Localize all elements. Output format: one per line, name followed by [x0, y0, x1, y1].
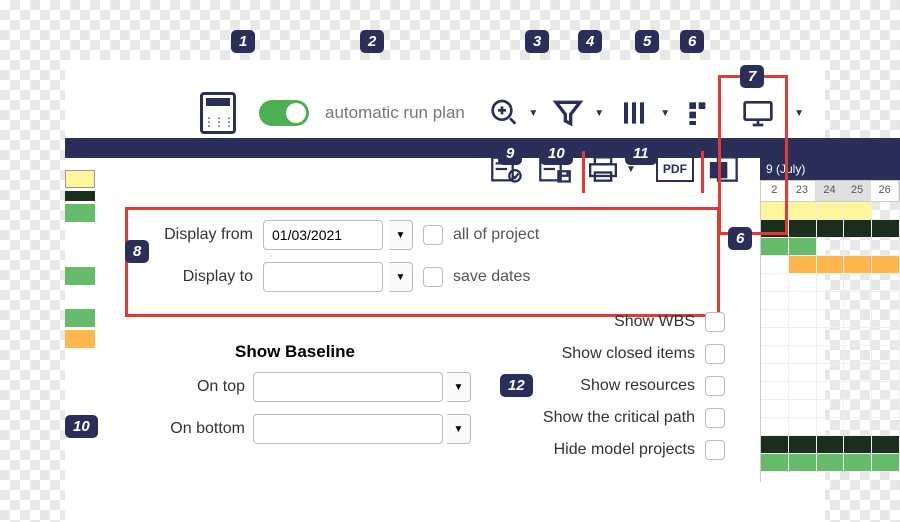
columns-icon[interactable] [618, 97, 650, 129]
show-closed-checkbox[interactable] [705, 344, 725, 364]
main-toolbar: automatic run plan ▼ ▼ ▼ ▼ [200, 88, 810, 138]
add-icon[interactable] [486, 97, 518, 129]
month-header: 9 (July) [760, 158, 900, 180]
dropdown-arrow-icon[interactable]: ▼ [660, 108, 670, 119]
show-critical-label: Show the critical path [543, 409, 695, 427]
on-bottom-select[interactable] [253, 414, 443, 444]
display-settings-panel: Display from 01/03/2021 ▼ all of project… [105, 192, 740, 512]
badge-2: 2 [360, 30, 384, 53]
dropdown-arrow-icon[interactable]: ▼ [528, 108, 538, 119]
save-dates-label: save dates [453, 268, 530, 286]
badge-8: 8 [125, 240, 149, 263]
date-to-input[interactable] [263, 262, 383, 292]
display-from-label: Display from [143, 226, 253, 244]
powerpoint-icon[interactable]: P [708, 155, 742, 183]
display-to-label: Display to [143, 268, 253, 286]
on-top-dropdown[interactable]: ▼ [447, 372, 471, 402]
gantt-chart [760, 202, 900, 482]
export-toolbar: ▼ PDF P [490, 155, 742, 183]
all-project-checkbox[interactable] [423, 225, 443, 245]
auto-run-toggle[interactable] [259, 100, 309, 126]
date-to-dropdown[interactable]: ▼ [389, 262, 413, 292]
pdf-icon[interactable]: PDF [656, 156, 694, 182]
badge-9: 9 [498, 142, 522, 165]
show-wbs-label: Show WBS [614, 313, 695, 331]
show-wbs-checkbox[interactable] [705, 312, 725, 332]
date-from-input[interactable]: 01/03/2021 [263, 220, 383, 250]
svg-text:P: P [714, 165, 721, 177]
on-bottom-dropdown[interactable]: ▼ [447, 414, 471, 444]
day-row: 2 23 24 25 26 [760, 180, 900, 202]
filter-icon[interactable] [552, 97, 584, 129]
badge-6b: 6 [728, 227, 752, 250]
dropdown-arrow-icon[interactable]: ▼ [594, 108, 604, 119]
badge-1: 1 [231, 30, 255, 53]
show-critical-checkbox[interactable] [705, 408, 725, 428]
day-cell: 24 [816, 181, 844, 201]
day-cell: 23 [789, 181, 817, 201]
dropdown-arrow-icon[interactable]: ▼ [626, 164, 636, 175]
hide-model-checkbox[interactable] [705, 440, 725, 460]
badge-4: 4 [578, 30, 602, 53]
badge-10: 10 [540, 142, 573, 165]
monitor-icon[interactable] [742, 97, 774, 129]
calculator-icon[interactable] [200, 92, 236, 134]
all-project-label: all of project [453, 226, 539, 244]
auto-run-label: automatic run plan [325, 103, 465, 123]
view-icon[interactable] [684, 97, 716, 129]
day-cell: 26 [871, 181, 899, 201]
badge-5: 5 [635, 30, 659, 53]
hide-model-label: Hide model projects [554, 441, 695, 459]
show-resources-label: Show resources [580, 377, 695, 395]
save-dates-checkbox[interactable] [423, 267, 443, 287]
date-range-box: Display from 01/03/2021 ▼ all of project… [125, 207, 720, 317]
timeline-header [65, 138, 900, 158]
day-cell: 25 [844, 181, 872, 201]
dropdown-arrow-icon[interactable]: ▼ [794, 108, 804, 119]
badge-3: 3 [525, 30, 549, 53]
badge-7: 7 [740, 65, 764, 88]
day-cell: 2 [761, 181, 789, 201]
badge-12: 12 [500, 374, 533, 397]
show-closed-label: Show closed items [562, 345, 695, 363]
on-top-select[interactable] [253, 372, 443, 402]
badge-11: 11 [625, 142, 657, 165]
on-bottom-label: On bottom [155, 420, 245, 438]
show-resources-checkbox[interactable] [705, 376, 725, 396]
badge-6: 6 [680, 30, 704, 53]
print-icon[interactable] [586, 155, 620, 183]
date-from-dropdown[interactable]: ▼ [389, 220, 413, 250]
badge-10b: 10 [65, 415, 98, 438]
on-top-label: On top [155, 378, 245, 396]
baseline-title: Show Baseline [155, 342, 435, 362]
